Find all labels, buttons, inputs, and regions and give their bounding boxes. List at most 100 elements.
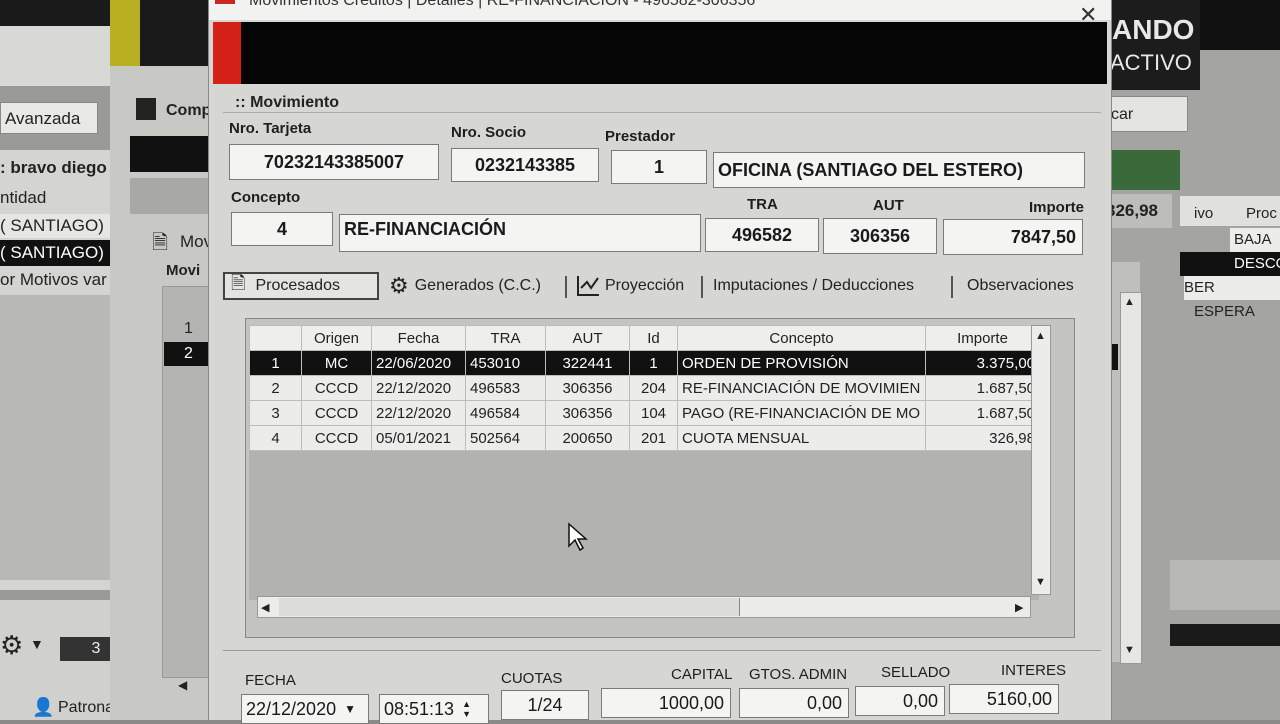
table-row[interactable]: 4 CCCD 05/01/2021 502564 200650 201 CUOT… [249, 425, 1039, 451]
col-header[interactable]: TRA [465, 325, 546, 351]
table-header-row: Origen Fecha TRA AUT Id Concepto Importe [249, 325, 1039, 351]
col-header[interactable]: Origen [301, 325, 372, 351]
gear-icon[interactable]: ⚙ [0, 630, 23, 661]
socio-label: Nro. Socio [451, 124, 527, 141]
capital-field[interactable]: 1000,00 [601, 688, 731, 718]
table-cell: 1.687,50 [925, 375, 1039, 401]
scroll-up-icon[interactable]: ▲ [1124, 296, 1135, 308]
aut-label: AUT [873, 197, 904, 214]
tab-label: Procesados [255, 277, 340, 294]
tab-procesados[interactable]: 🗎 Procesados [223, 272, 379, 300]
person-icon: 👤 [32, 697, 55, 717]
document-icon: 🗎 [152, 232, 169, 254]
fecha-value: 22/12/2020 [246, 698, 337, 719]
scroll-left-icon[interactable]: ◀ [178, 678, 187, 692]
table-cell: 05/01/2021 [371, 425, 466, 451]
col-header[interactable] [249, 325, 302, 351]
list-item[interactable]: ( SANTIAGO) [0, 214, 112, 238]
tarjeta-field[interactable]: 70232143385007 [229, 144, 439, 180]
chevron-down-icon[interactable]: ▼ [30, 636, 44, 652]
interes-label: INTERES [1001, 662, 1067, 679]
prestador-label: Prestador [605, 128, 676, 145]
prestador-name-field[interactable]: OFICINA (SANTIAGO DEL ESTERO) [713, 152, 1085, 188]
chevron-down-icon[interactable]: ▼ [344, 702, 356, 716]
table-cell: 3 [249, 400, 302, 426]
importe-field[interactable]: 7847,50 [943, 219, 1083, 255]
list-item[interactable]: or Motivos var [0, 268, 118, 292]
gtos-label: GTOS. ADMIN [749, 666, 848, 683]
socio-field[interactable]: 0232143385 [451, 148, 599, 182]
tab-proyeccion[interactable]: Proyección [577, 272, 684, 300]
cuotas-field[interactable]: 1/24 [501, 690, 589, 720]
header-banner [213, 22, 1107, 84]
table-cell: RE-FINANCIACIÓN DE MOVIMIEN [677, 375, 926, 401]
col-header[interactable]: Concepto [677, 325, 926, 351]
tab-label: Generados (C.C.) [414, 277, 541, 294]
hora-value: 08:51:13 [384, 698, 455, 719]
scroll-thumb[interactable] [279, 598, 740, 616]
header-line2: ACTIVO [1110, 50, 1192, 75]
table-cell: 4 [249, 425, 302, 451]
back-window-mid: Comp 🗎 Mov Movi 1 2 ◀ [110, 0, 224, 720]
scroll-left-icon[interactable]: ◀ [261, 601, 269, 614]
grid: Origen Fecha TRA AUT Id Concepto Importe… [249, 325, 1039, 600]
search-button[interactable]: car [1100, 96, 1188, 132]
window-title: Movimientos Créditos | Detalles | RE-FIN… [249, 0, 756, 9]
sellado-field[interactable]: 0,00 [855, 686, 945, 716]
col-header[interactable]: AUT [545, 325, 630, 351]
section-title: :: Movimiento [235, 94, 339, 111]
table-cell: 104 [629, 400, 678, 426]
row-number[interactable]: 1 [184, 320, 193, 338]
chart-icon [577, 276, 599, 296]
list-item[interactable]: BAJA F [1230, 228, 1280, 272]
comp-icon [136, 98, 156, 120]
tra-field[interactable]: 496582 [705, 218, 819, 252]
table-cell: 204 [629, 375, 678, 401]
document-icon: 🗎 [231, 273, 246, 293]
col-header[interactable]: Id [629, 325, 678, 351]
comp-label[interactable]: Comp [166, 102, 211, 120]
table-row[interactable]: 2 CCCD 22/12/2020 496583 306356 204 RE-F… [249, 375, 1039, 401]
table-row[interactable]: 3 CCCD 22/12/2020 496584 306356 104 PAGO… [249, 400, 1039, 426]
table-row[interactable]: 1 MC 22/06/2020 453010 322441 1 ORDEN DE… [249, 350, 1039, 376]
tab-generados[interactable]: ⚙ Generados (C.C.) [389, 272, 541, 300]
concepto-name-field[interactable]: RE-FINANCIACIÓN [339, 214, 701, 252]
concepto-label: Concepto [231, 189, 301, 206]
table-cell: CCCD [301, 400, 372, 426]
col-header[interactable]: Fecha [371, 325, 466, 351]
table-cell: ORDEN DE PROVISIÓN [677, 350, 926, 376]
spinner-icon[interactable]: ▲ ▼ [462, 699, 471, 719]
col-header[interactable]: Importe [925, 325, 1039, 351]
col-header: Proc [1246, 205, 1277, 222]
prestador-id-field[interactable]: 1 [611, 150, 707, 184]
table-cell: 22/12/2020 [371, 400, 466, 426]
tarjeta-label: Nro. Tarjeta [229, 120, 312, 137]
movements-table: Origen Fecha TRA AUT Id Concepto Importe… [249, 325, 1039, 451]
aut-field[interactable]: 306356 [823, 218, 937, 254]
tra-label: TRA [747, 196, 778, 213]
scroll-down-icon[interactable]: ▼ [1124, 644, 1135, 656]
list-item[interactable]: DESCO [1180, 252, 1280, 276]
gtos-field[interactable]: 0,00 [739, 688, 849, 718]
avanzada-button[interactable]: Avanzada [0, 102, 98, 134]
scroll-right-icon[interactable]: ▶ [1015, 601, 1023, 614]
concepto-id-field[interactable]: 4 [231, 212, 333, 246]
list-item[interactable]: ( SANTIAGO) [0, 240, 112, 266]
scroll-up-icon[interactable]: ▲ [1035, 330, 1046, 342]
tab-label: Imputaciones / Deducciones [713, 277, 914, 294]
header-line1: ANDO [1112, 14, 1195, 45]
table-cell: PAGO (RE-FINANCIACIÓN DE MO [677, 400, 926, 426]
list-item[interactable]: BER ESPERA [1184, 276, 1280, 320]
table-cell: CCCD [301, 375, 372, 401]
cuotas-label: CUOTAS [501, 670, 563, 687]
table-cell: CCCD [301, 425, 372, 451]
tab-observaciones[interactable]: Observaciones [967, 272, 1074, 300]
scrollbar-vertical[interactable] [1120, 292, 1142, 664]
scroll-down-icon[interactable]: ▼ [1035, 576, 1046, 588]
scrollbar-vertical[interactable] [1031, 325, 1051, 595]
table-cell: 453010 [465, 350, 546, 376]
mouse-cursor-icon [568, 522, 588, 552]
list-cell: ESPERA [1194, 303, 1255, 320]
tab-imputaciones[interactable]: Imputaciones / Deducciones [713, 272, 914, 300]
interes-field[interactable]: 5160,00 [949, 684, 1059, 714]
